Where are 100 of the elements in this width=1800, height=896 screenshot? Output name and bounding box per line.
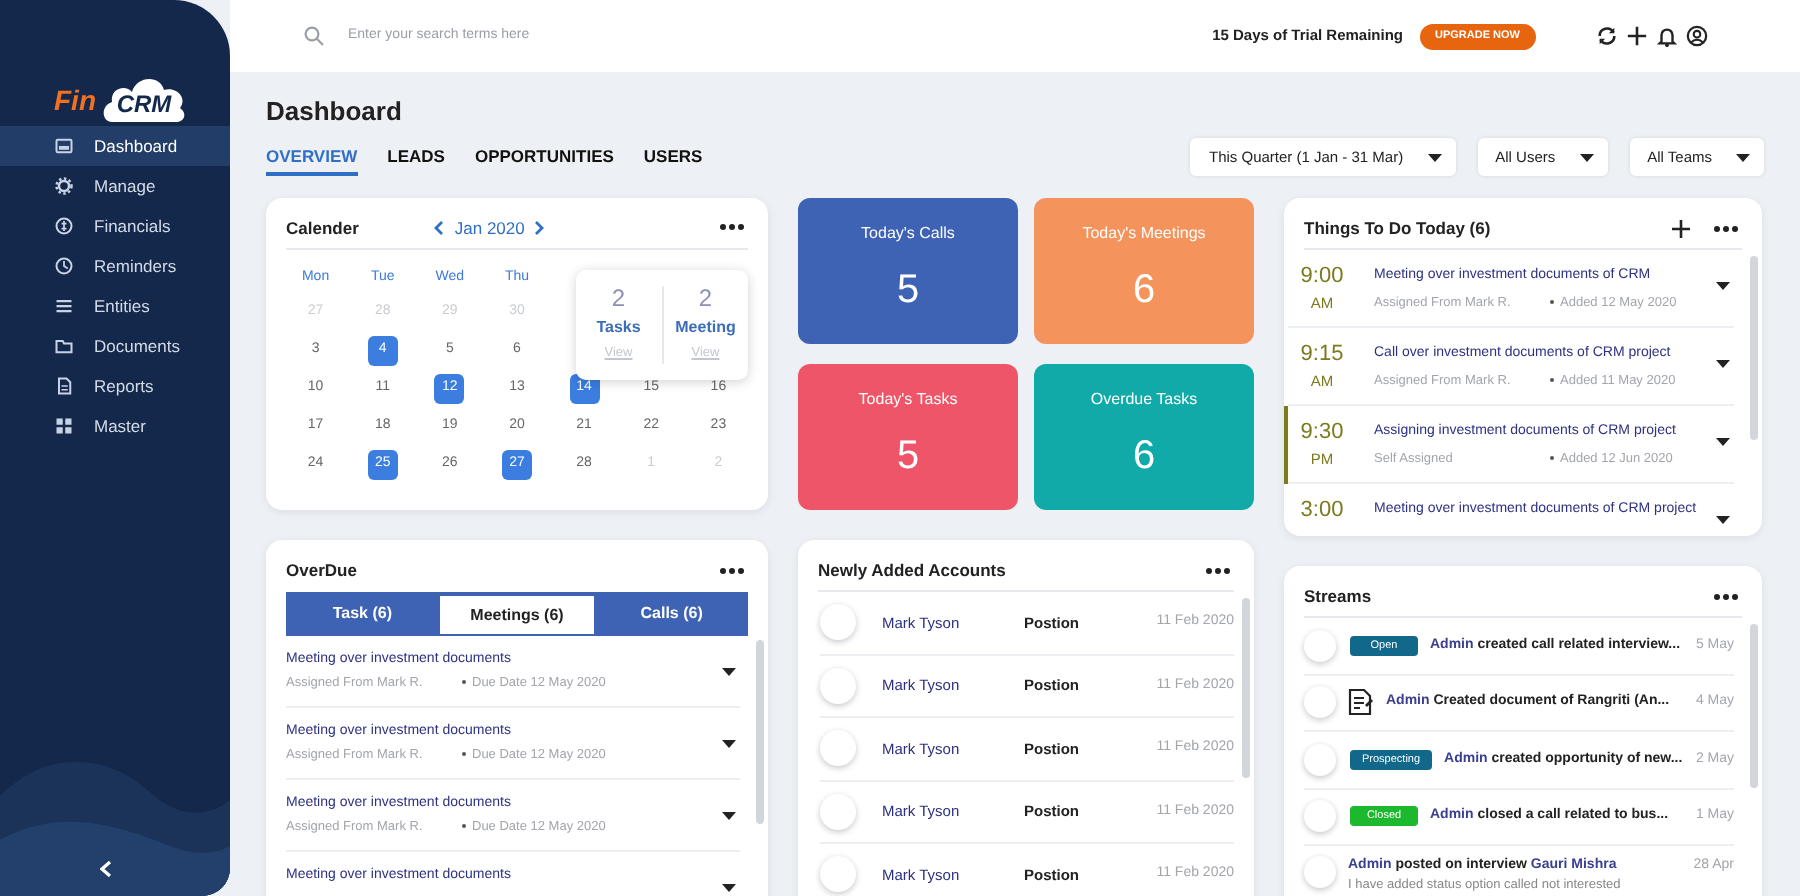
caret-icon [1579, 153, 1594, 161]
plus-icon [1626, 24, 1648, 48]
tab[interactable]: LEADS [387, 139, 445, 175]
sidebar-item[interactable]: Dashboard [0, 126, 230, 166]
next-button[interactable] [534, 220, 545, 236]
collapse-button[interactable] [100, 860, 112, 878]
stat-value: 5 [894, 434, 922, 478]
caret-icon [722, 812, 736, 820]
scrollbar[interactable] [1242, 598, 1250, 778]
stat-label: Today's Tasks [856, 390, 960, 410]
search-icon [304, 26, 324, 46]
caret-icon [1716, 516, 1730, 524]
panel-icon [54, 136, 74, 156]
scrollbar[interactable] [1750, 624, 1758, 788]
more-icon [1714, 593, 1738, 599]
month-label: Jan 2020 [454, 215, 525, 241]
time-text: 3:00 [1298, 498, 1346, 524]
caret-icon [1716, 360, 1730, 368]
bell-icon [1656, 24, 1678, 48]
sidebar-item[interactable]: Reminders [0, 246, 230, 286]
avatar [1304, 856, 1336, 888]
previous-button[interactable] [434, 220, 445, 236]
sidebar-item[interactable]: Documents [0, 326, 230, 366]
document-icon [54, 376, 74, 396]
sidebar-item[interactable]: Manage [0, 166, 230, 206]
tab[interactable]: Task (6) [286, 592, 439, 636]
stat-value: 5 [894, 268, 922, 312]
scrollbar[interactable] [756, 640, 764, 824]
sidebar-item[interactable]: Master [0, 406, 230, 446]
stat-value: 6 [1130, 268, 1158, 312]
avatar [1304, 629, 1336, 662]
time-text: 9:30 [1298, 420, 1346, 446]
chevron-icon [100, 860, 112, 878]
more-icon [1206, 567, 1230, 573]
event-count: 2 [696, 282, 715, 314]
stat-value: 6 [1130, 434, 1158, 478]
more-button[interactable] [1714, 593, 1738, 599]
avatar [820, 730, 856, 767]
refresh-icon [1596, 24, 1618, 48]
sidebar-item[interactable]: Financials [0, 206, 230, 246]
chevron-left-icon [434, 220, 445, 236]
caret-icon [1427, 153, 1442, 161]
avatar [1304, 800, 1336, 833]
scrollbar[interactable] [1750, 256, 1758, 440]
caret-icon [1716, 282, 1730, 290]
event-label: Tasks [594, 316, 643, 340]
more-icon [720, 567, 744, 573]
logo-text: Fin [54, 82, 96, 120]
tab[interactable]: USERS [643, 139, 703, 175]
tab[interactable]: OPPORTUNITIES [474, 139, 614, 175]
stat-tile[interactable]: Today's Tasks 5 [798, 364, 1018, 510]
refresh-button[interactable] [1596, 24, 1618, 48]
avatar [1304, 686, 1336, 719]
avatar [1304, 743, 1336, 776]
tab[interactable]: Calls (6) [595, 592, 748, 636]
user-button[interactable] [1686, 24, 1708, 48]
avatar [820, 604, 856, 641]
caret-icon [722, 668, 736, 676]
user-icon [1686, 24, 1708, 48]
card-title: OverDue [286, 558, 357, 584]
sidebar-item[interactable]: Entities [0, 286, 230, 326]
time-text: 9:00 [1298, 264, 1346, 290]
more-button[interactable] [1714, 225, 1738, 231]
page-title: Dashboard [266, 94, 404, 130]
stat-tile[interactable]: Today's Calls 5 [798, 198, 1018, 344]
folder-icon [54, 336, 74, 356]
card-title: Things To Do Today (6) [1304, 216, 1491, 242]
grid-icon [54, 416, 74, 436]
add-button[interactable] [1672, 219, 1690, 237]
caret-icon [1716, 438, 1730, 446]
more-button[interactable] [1206, 567, 1230, 573]
clock-icon [54, 256, 74, 276]
avatar [820, 667, 856, 704]
card-title: Calender [286, 216, 359, 242]
document-icon [1348, 688, 1374, 717]
bell-button[interactable] [1656, 24, 1678, 48]
stat-label: Today's Calls [859, 224, 957, 244]
plus-icon [1672, 219, 1690, 237]
caret-icon [1736, 153, 1750, 161]
caret-icon [722, 740, 736, 748]
card-title: Streams [1304, 584, 1372, 610]
sidebar-item[interactable]: Reports [0, 366, 230, 406]
more-button[interactable] [720, 224, 744, 231]
list-icon [54, 296, 74, 316]
more-icon [1714, 225, 1738, 231]
stat-label: Today's Meetings [1080, 224, 1208, 244]
event-label: Meeting [673, 316, 738, 340]
gear-icon [54, 176, 74, 196]
avatar [820, 793, 856, 830]
stat-label: Overdue Tasks [1088, 390, 1200, 410]
event-count: 2 [609, 282, 628, 314]
chevron-right-icon [534, 220, 545, 236]
more-button[interactable] [720, 567, 744, 573]
tab[interactable]: Meetings (6) [438, 592, 596, 636]
time-text: 9:15 [1298, 342, 1346, 368]
tab[interactable]: OVERVIEW [266, 139, 358, 175]
plus-button[interactable] [1626, 24, 1648, 48]
caret-icon [722, 884, 736, 892]
coin-icon [54, 216, 74, 236]
more-icon [720, 224, 744, 231]
